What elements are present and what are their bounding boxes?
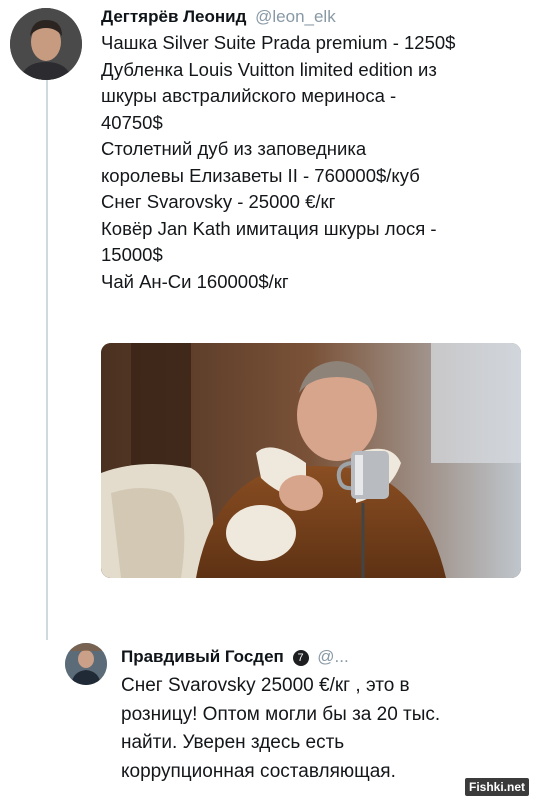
reply-line: розницу! Оптом могли бы за 20 тыс. <box>121 703 441 725</box>
tweet-line: шкуры австралийского мериноса - <box>101 85 397 106</box>
tweet-photo[interactable] <box>101 343 521 578</box>
tweet-line: Столетний дуб из заповедника <box>101 138 367 159</box>
tweet-line: Снег Svarovsky - 25000 €/кг <box>101 191 336 212</box>
main-tweet[interactable]: Дегтярёв Леонид @leon_elk Чашка Silver S… <box>101 0 521 295</box>
reply-author-handle[interactable]: @... <box>317 647 348 666</box>
reply-author-avatar[interactable] <box>65 643 107 685</box>
author-handle[interactable]: @leon_elk <box>255 7 336 26</box>
thread-connector-line <box>46 80 48 640</box>
avatar-photo-icon <box>10 8 82 80</box>
reply-header: Правдивый Госдеп 7 @... <box>121 646 531 668</box>
tweet-line: 40750$ <box>101 111 163 133</box>
reply-line: Снег Svarovsky 25000 €/кг , это в <box>121 675 410 696</box>
avatar-photo-icon <box>65 643 107 685</box>
tweet-header: Дегтярёв Леонид @leon_elk <box>101 6 521 28</box>
reply-tweet[interactable]: Правдивый Госдеп 7 @... Снег Svarovsky 2… <box>121 646 531 786</box>
watermark: Fishki.net <box>464 778 529 796</box>
author-display-name[interactable]: Дегтярёв Леонид <box>101 7 246 26</box>
reply-line: найти. Уверен здесь есть <box>121 732 345 753</box>
reply-text: Снег Svarovsky 25000 €/кг , это в розниц… <box>121 672 531 786</box>
tweet-line: 15000$ <box>101 244 163 265</box>
tweet-line: королевы Елизаветы II - 760000$/куб <box>101 164 420 186</box>
author-avatar[interactable] <box>10 8 82 80</box>
tweet-photo-icon <box>101 343 521 578</box>
tweet-line: Чай Ан-Си 160000$/кг <box>101 270 289 292</box>
reply-author-display-name[interactable]: Правдивый Госдеп <box>121 647 284 666</box>
verified-badge-icon: 7 <box>292 650 309 666</box>
tweet-line: Ковёр Jan Kath имитация шкуры лося - <box>101 217 437 239</box>
tweet-line: Чашка Silver Suite Prada premium - 1250$ <box>101 32 456 53</box>
tweet-line: Дубленка Louis Vuitton limited edition и… <box>101 58 437 80</box>
tweet-text: Чашка Silver Suite Prada premium - 1250$… <box>101 30 521 295</box>
